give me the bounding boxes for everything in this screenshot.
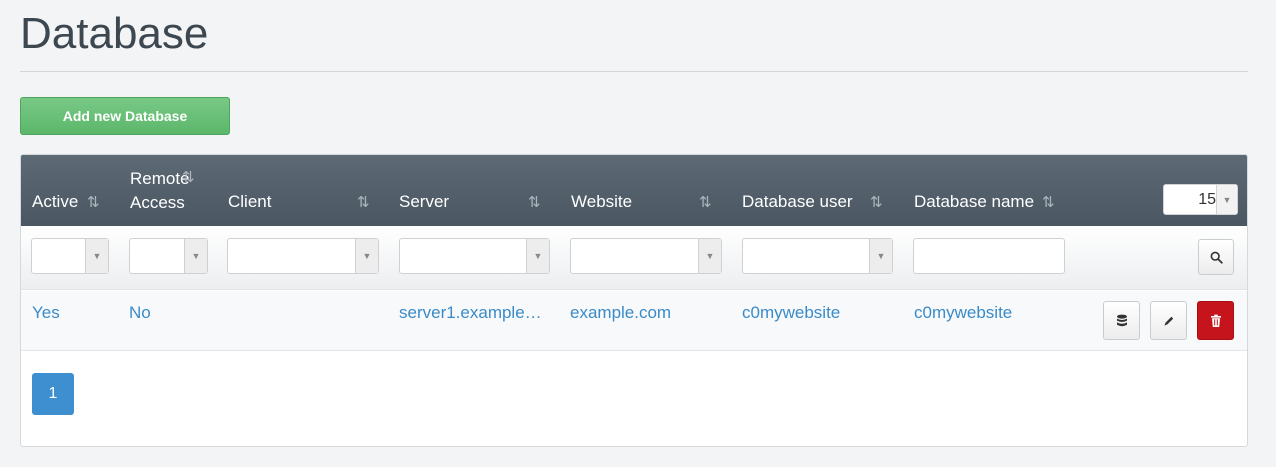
column-label: Active: [32, 192, 79, 211]
pencil-icon: [1164, 316, 1173, 325]
cell-active[interactable]: Yes: [32, 302, 112, 324]
chevron-down-icon: ▼: [184, 239, 207, 273]
column-label: Remote Access: [130, 169, 190, 212]
search-button[interactable]: [1198, 239, 1234, 275]
chevron-down-icon: ▼: [698, 239, 721, 273]
column-header-server[interactable]: Server ⇅: [399, 155, 549, 226]
filter-client-select[interactable]: ▼: [227, 238, 379, 274]
column-header-client[interactable]: Client ⇅: [228, 155, 378, 226]
column-header-database-name[interactable]: Database name ⇅: [914, 155, 1074, 226]
add-new-database-button[interactable]: Add new Database: [20, 97, 230, 135]
column-header-database-user[interactable]: Database user ⇅: [742, 155, 892, 226]
sort-icon[interactable]: ⇅: [87, 193, 99, 211]
sort-icon[interactable]: ⇅: [528, 193, 540, 211]
sort-icon[interactable]: ⇅: [1042, 193, 1054, 211]
page-title: Database: [20, 9, 209, 58]
pagination-page-1[interactable]: 1: [32, 373, 74, 415]
filter-database-user-select[interactable]: ▼: [742, 238, 893, 274]
cell-server[interactable]: server1.example…: [399, 302, 549, 324]
sort-icon[interactable]: ⇅: [357, 193, 369, 211]
column-label: Database user: [742, 192, 853, 211]
chevron-down-icon: ▼: [85, 239, 108, 273]
column-label: Client: [228, 192, 272, 211]
filter-website-select[interactable]: ▼: [570, 238, 722, 274]
sort-icon[interactable]: ⇅: [870, 193, 882, 211]
cell-website[interactable]: example.com: [570, 302, 720, 324]
chevron-down-icon: ▼: [869, 239, 892, 273]
delete-button[interactable]: [1197, 301, 1234, 340]
cell-database-user[interactable]: c0mywebsite: [742, 302, 892, 324]
column-label: Server: [399, 192, 450, 211]
database-table: Active ⇅ Remote Access ⇅ Client ⇅ Server …: [20, 154, 1248, 447]
title-divider: [20, 71, 1248, 72]
column-label: Website: [571, 192, 633, 211]
cell-remote-access[interactable]: No: [129, 302, 209, 324]
database-icon: [1116, 314, 1127, 326]
trash-icon: [1210, 314, 1221, 327]
sort-icon[interactable]: ⇅: [699, 193, 711, 211]
column-header-active[interactable]: Active ⇅: [32, 155, 112, 226]
filter-row: ▼ ▼ ▼ ▼ ▼ ▼: [21, 226, 1247, 290]
column-label: Database name: [914, 192, 1035, 211]
chevron-down-icon: ▼: [355, 239, 378, 273]
table-row[interactable]: Yes No server1.example… example.com c0my…: [21, 291, 1247, 351]
search-icon: [1210, 251, 1223, 264]
chevron-down-icon: ▼: [1216, 185, 1237, 214]
database-button[interactable]: [1103, 301, 1140, 340]
filter-database-name-input[interactable]: [913, 238, 1065, 274]
filter-server-select[interactable]: ▼: [399, 238, 550, 274]
filter-remote-access-select[interactable]: ▼: [129, 238, 208, 274]
cell-database-name[interactable]: c0mywebsite: [914, 302, 1074, 324]
table-header: Active ⇅ Remote Access ⇅ Client ⇅ Server …: [21, 155, 1247, 226]
sort-icon[interactable]: ⇅: [182, 168, 194, 186]
chevron-down-icon: ▼: [526, 239, 549, 273]
page-size-value: 15: [1198, 191, 1216, 208]
column-header-remote-access[interactable]: Remote Access ⇅: [130, 155, 210, 226]
column-header-website[interactable]: Website ⇅: [571, 155, 721, 226]
filter-active-select[interactable]: ▼: [31, 238, 109, 274]
page-size-select[interactable]: 15 ▼: [1163, 184, 1238, 215]
edit-button[interactable]: [1150, 301, 1187, 340]
